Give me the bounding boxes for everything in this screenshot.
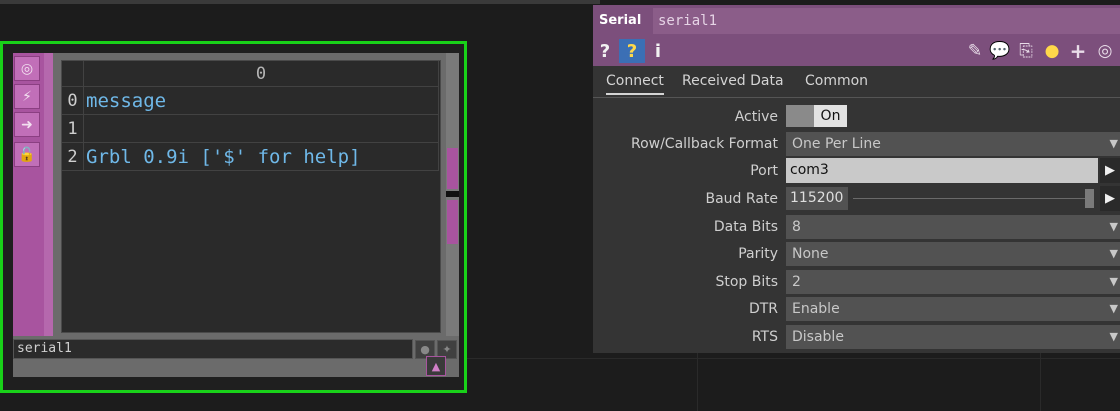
parity-menu[interactable]: None ▼: [786, 242, 1120, 266]
grid-line: [1040, 353, 1041, 411]
node-side-strip: ◎ ⚡ ➜ 🔓: [13, 53, 53, 336]
row-value: Grbl 0.9i ['$' for help]: [84, 143, 439, 171]
serial-operator-node[interactable]: ◎ ⚡ ➜ 🔓 0 0 message 1 2 Grbl 0.9i ['$' f…: [0, 41, 467, 393]
param-label: Port: [750, 163, 778, 179]
help-icon[interactable]: ?: [597, 39, 613, 63]
python-help-icon[interactable]: ?: [619, 39, 645, 63]
tab-connect[interactable]: Connect: [606, 73, 664, 95]
param-label: Data Bits: [713, 219, 778, 235]
port-menu-arrow-icon[interactable]: ▶: [1100, 158, 1120, 183]
chevron-down-icon: ▼: [1109, 275, 1118, 288]
active-toggle-track[interactable]: [786, 105, 814, 127]
row-index: 0: [62, 87, 84, 115]
scroll-thumb-upper[interactable]: [447, 148, 458, 189]
panel-header: Serial serial1: [593, 5, 1120, 36]
info-icon[interactable]: i: [651, 39, 665, 63]
row-index: 1: [62, 115, 84, 143]
row-value: [84, 115, 439, 143]
chevron-down-icon: ▼: [1109, 137, 1118, 150]
strip-track: [44, 53, 53, 336]
pin-icon[interactable]: ▲: [426, 356, 446, 376]
chevron-down-icon: ▼: [1109, 302, 1118, 315]
param-row-format: Row/Callback Format One Per Line ▼: [593, 131, 1120, 158]
operator-type-label: Serial: [599, 13, 642, 28]
plus-icon[interactable]: +: [1067, 39, 1089, 63]
dtr-value: Enable: [792, 301, 840, 317]
viewer-corner: [62, 61, 84, 87]
param-label: Stop Bits: [715, 274, 778, 290]
viewer-column-header: 0: [84, 61, 439, 87]
param-row-active: Active On: [593, 104, 1120, 131]
scroll-thumb-lower[interactable]: [447, 200, 458, 244]
param-row-databits: Data Bits 8 ▼: [593, 214, 1120, 241]
baud-rate-slider-handle[interactable]: [1085, 189, 1094, 208]
parity-value: None: [792, 246, 829, 262]
param-label: Baud Rate: [705, 191, 779, 207]
lock-icon[interactable]: 🔓: [14, 142, 40, 167]
rts-menu[interactable]: Disable ▼: [786, 325, 1120, 349]
baud-menu-arrow-icon[interactable]: ▶: [1100, 186, 1120, 211]
stop-bits-value: 2: [792, 274, 801, 290]
param-label: Parity: [738, 246, 778, 262]
chevron-down-icon: ▼: [1109, 220, 1118, 233]
param-row-dtr: DTR Enable ▼: [593, 296, 1120, 323]
param-label: DTR: [748, 301, 778, 317]
port-input[interactable]: com3: [786, 158, 1098, 183]
row-value: message: [84, 87, 439, 115]
dtr-menu[interactable]: Enable ▼: [786, 297, 1120, 321]
panel-tabs: Connect Received Data Common: [593, 66, 1120, 98]
bypass-icon[interactable]: ⚡: [14, 84, 40, 109]
param-row-rts: RTS Disable ▼: [593, 324, 1120, 351]
node-body: ◎ ⚡ ➜ 🔓 0 0 message 1 2 Grbl 0.9i ['$' f…: [13, 53, 459, 377]
format-value: One Per Line: [792, 136, 881, 152]
param-label: RTS: [751, 329, 778, 345]
scroll-divider: [446, 191, 459, 197]
network-top-edge: [0, 0, 600, 4]
chevron-down-icon: ▼: [1109, 330, 1118, 343]
baud-rate-input[interactable]: 115200: [786, 187, 848, 210]
param-row-port: Port com3 ▶: [593, 158, 1120, 185]
tab-common[interactable]: Common: [805, 73, 868, 89]
operator-name-field[interactable]: serial1: [653, 8, 1120, 34]
active-toggle[interactable]: On: [814, 105, 847, 127]
comment-icon[interactable]: 💬: [989, 40, 1011, 62]
parameter-panel: Serial serial1 ? ? i ✎ 💬 ⎘ ● + ◎ Connect…: [593, 5, 1120, 353]
stop-bits-menu[interactable]: 2 ▼: [786, 270, 1120, 294]
node-name-field[interactable]: serial1: [13, 339, 413, 359]
rts-value: Disable: [792, 329, 844, 345]
python-icon[interactable]: ●: [1041, 40, 1063, 62]
pencil-icon[interactable]: ✎: [965, 40, 985, 62]
baud-rate-slider[interactable]: [853, 198, 1085, 199]
arrow-right-icon[interactable]: ➜: [14, 112, 40, 137]
viewer-scrollbar[interactable]: [446, 53, 459, 336]
param-row-parity: Parity None ▼: [593, 241, 1120, 268]
param-row-baud: Baud Rate 115200 ▶: [593, 186, 1120, 213]
tab-underline: [593, 97, 1120, 98]
format-menu[interactable]: One Per Line ▼: [786, 132, 1120, 156]
row-index: 2: [62, 143, 84, 171]
param-label: Row/Callback Format: [630, 136, 778, 152]
data-bits-value: 8: [792, 219, 801, 235]
tab-received-data[interactable]: Received Data: [682, 73, 784, 89]
viewer-target-icon[interactable]: ◎: [14, 56, 40, 81]
clone-icon[interactable]: ⎘: [1015, 40, 1037, 62]
chevron-down-icon: ▼: [1109, 247, 1118, 260]
grid-line: [697, 353, 698, 411]
panel-toolbar: ? ? i ✎ 💬 ⎘ ● + ◎: [593, 36, 1120, 66]
param-label: Active: [734, 109, 778, 125]
target-icon[interactable]: ◎: [1093, 40, 1117, 62]
grid-line: [467, 358, 1120, 359]
data-bits-menu[interactable]: 8 ▼: [786, 215, 1120, 239]
param-row-stopbits: Stop Bits 2 ▼: [593, 269, 1120, 296]
dat-viewer[interactable]: 0 0 message 1 2 Grbl 0.9i ['$' for help]: [61, 60, 441, 333]
